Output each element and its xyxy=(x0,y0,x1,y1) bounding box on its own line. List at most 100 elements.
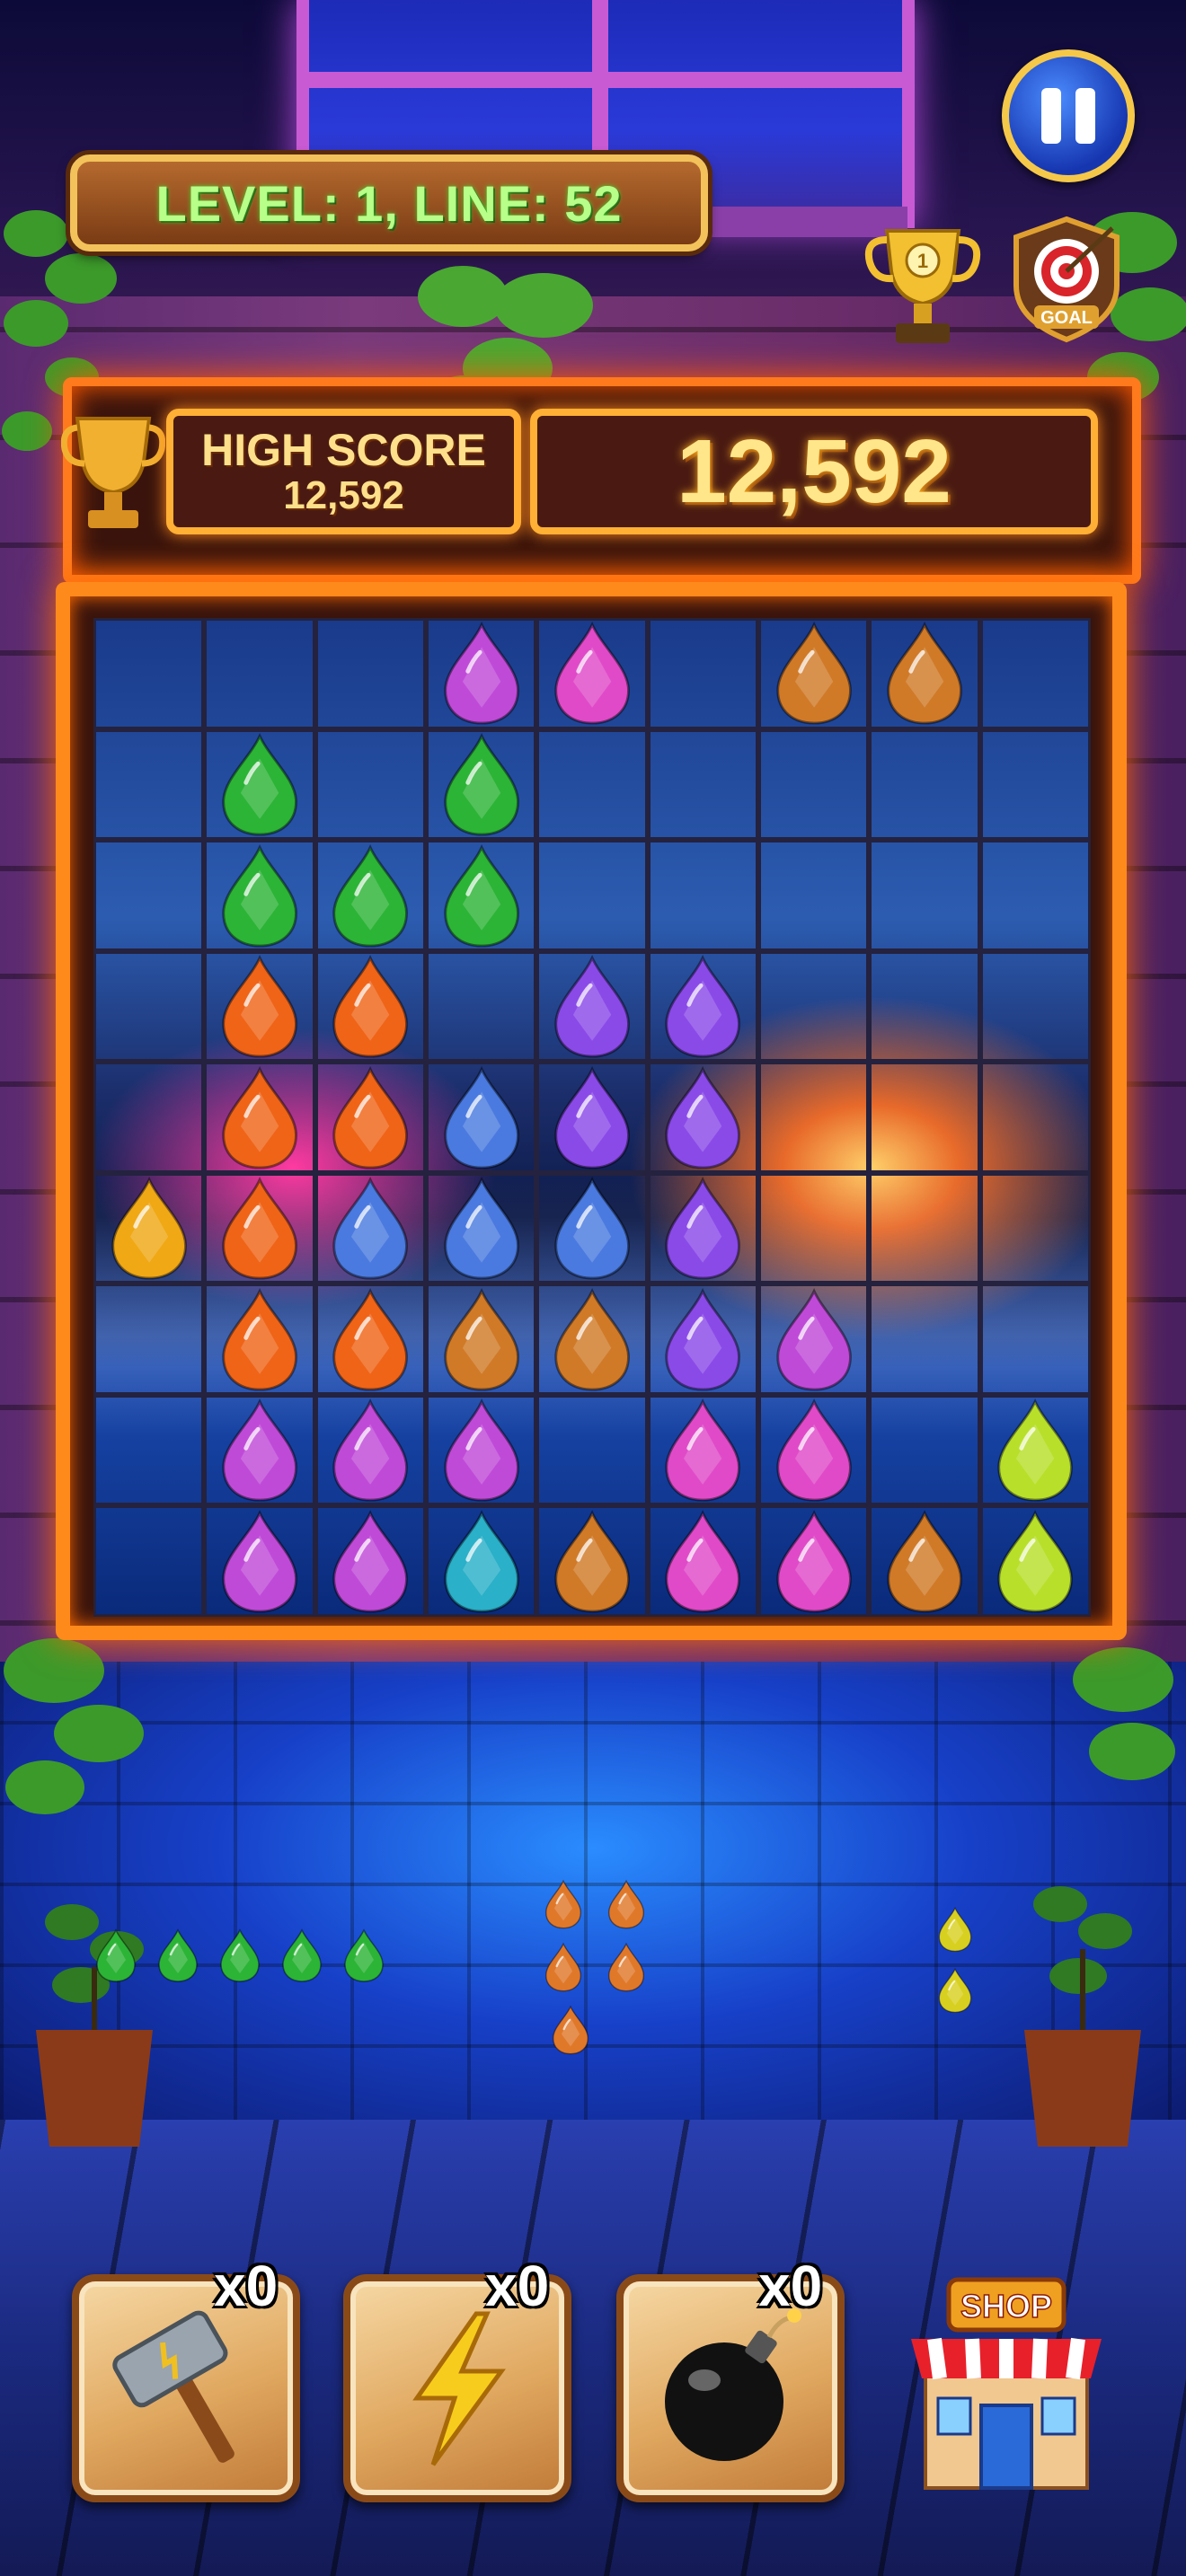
level-banner: LEVEL: 1, LINE: 52 xyxy=(70,154,708,251)
board-cell[interactable] xyxy=(869,728,980,841)
board-cell[interactable] xyxy=(314,728,426,841)
board-cell[interactable] xyxy=(979,728,1091,841)
gem-piece xyxy=(443,733,519,836)
board-cell[interactable] xyxy=(536,1394,648,1506)
board-cell[interactable] xyxy=(979,840,1091,951)
tray-gem xyxy=(544,1942,582,1992)
high-score-label: HIGH SCORE xyxy=(201,425,486,475)
tray-gem xyxy=(607,1879,645,1929)
gem-piece xyxy=(222,843,297,948)
board-cell[interactable] xyxy=(869,1172,980,1284)
shop-button[interactable]: SHOP xyxy=(898,2263,1114,2502)
board-cell[interactable] xyxy=(869,950,980,1063)
high-score-trophy-icon xyxy=(61,417,165,528)
board-cell[interactable] xyxy=(93,840,205,951)
board-cell[interactable] xyxy=(647,728,758,841)
board-cell[interactable] xyxy=(758,950,870,1063)
goal-label: GOAL xyxy=(1040,308,1093,328)
gem-piece xyxy=(222,1065,297,1169)
tray-gem xyxy=(552,2005,589,2055)
gem-piece xyxy=(332,1065,409,1169)
board-cell[interactable] xyxy=(93,618,205,729)
board-cell[interactable] xyxy=(93,950,205,1063)
gem-piece xyxy=(222,1509,297,1613)
gem-piece xyxy=(222,955,297,1058)
board-cell[interactable] xyxy=(536,840,648,951)
high-score-box: HIGH SCORE 12,592 xyxy=(166,409,521,534)
board-cell[interactable] xyxy=(93,1284,205,1395)
gem-piece xyxy=(332,1177,409,1280)
gem-piece xyxy=(554,1177,630,1280)
board-cell[interactable] xyxy=(869,1062,980,1173)
board-cell[interactable] xyxy=(93,1062,205,1173)
board-cell[interactable] xyxy=(758,728,870,841)
board-cell[interactable] xyxy=(647,618,758,729)
shop-label: SHOP xyxy=(960,2288,1052,2325)
gem-piece xyxy=(443,1509,519,1613)
gem-piece xyxy=(222,1287,297,1391)
window-mullion xyxy=(309,72,902,88)
gem-piece xyxy=(997,1398,1074,1502)
board-cell[interactable] xyxy=(979,950,1091,1063)
board-cell[interactable] xyxy=(758,1062,870,1173)
board-cell[interactable] xyxy=(979,1284,1091,1395)
pause-icon xyxy=(1075,88,1095,144)
gem-piece xyxy=(443,1065,519,1169)
gem-piece xyxy=(332,955,409,1058)
bomb-icon xyxy=(665,2308,801,2461)
gem-piece xyxy=(443,843,519,948)
bomb-count: x0 xyxy=(758,2254,823,2318)
game-board[interactable] xyxy=(93,618,1091,1617)
gem-piece xyxy=(554,622,630,726)
board-cell[interactable] xyxy=(869,1394,980,1506)
board-cell[interactable] xyxy=(758,1172,870,1284)
board-cell[interactable] xyxy=(204,618,315,729)
pause-button[interactable] xyxy=(1002,49,1135,182)
gem-piece xyxy=(332,1287,409,1391)
board-cell[interactable] xyxy=(93,728,205,841)
board-cell[interactable] xyxy=(869,1284,980,1395)
gem-piece xyxy=(775,622,852,726)
gem-piece xyxy=(332,1509,409,1613)
tray-gem xyxy=(220,1928,260,1982)
board-cell[interactable] xyxy=(979,1062,1091,1173)
gem-piece xyxy=(111,1177,187,1280)
board-cell[interactable] xyxy=(979,1172,1091,1284)
gem-piece xyxy=(554,1065,630,1169)
tray-gem xyxy=(158,1928,198,1982)
board-cell[interactable] xyxy=(758,840,870,951)
svg-text:1: 1 xyxy=(917,250,928,272)
level-line-text: LEVEL: 1, LINE: 52 xyxy=(155,174,623,232)
gem-piece xyxy=(665,1065,741,1169)
gem-piece xyxy=(554,1509,630,1613)
board-cell[interactable] xyxy=(314,618,426,729)
gem-piece xyxy=(443,1177,519,1280)
gem-piece xyxy=(332,843,409,948)
board-cell[interactable] xyxy=(93,1394,205,1506)
gem-piece xyxy=(222,1177,297,1280)
trophy-icon[interactable]: 1 xyxy=(864,217,981,352)
gem-piece xyxy=(332,1398,409,1502)
board-cell[interactable] xyxy=(869,840,980,951)
tray-gem xyxy=(344,1928,384,1982)
hammer-count: x0 xyxy=(214,2254,279,2318)
tray-gem xyxy=(938,1967,972,2013)
next-pieces-tray xyxy=(0,1868,1186,2084)
gem-piece xyxy=(443,1398,519,1502)
tray-gem xyxy=(607,1942,645,1992)
plant-decoration xyxy=(4,1638,144,1814)
pause-icon xyxy=(1041,88,1061,144)
board-cell[interactable] xyxy=(979,618,1091,729)
gem-piece xyxy=(665,955,741,1058)
lightning-icon xyxy=(412,2311,506,2466)
board-cell[interactable] xyxy=(647,840,758,951)
tray-gem xyxy=(282,1928,322,1982)
goal-target-icon[interactable]: GOAL xyxy=(1005,212,1128,347)
gem-piece xyxy=(443,1287,519,1391)
board-cell[interactable] xyxy=(93,1505,205,1617)
gem-piece xyxy=(665,1177,741,1280)
board-cell[interactable] xyxy=(426,950,537,1063)
gem-piece xyxy=(665,1287,741,1391)
tray-gem xyxy=(96,1928,136,1982)
board-cell[interactable] xyxy=(536,728,648,841)
